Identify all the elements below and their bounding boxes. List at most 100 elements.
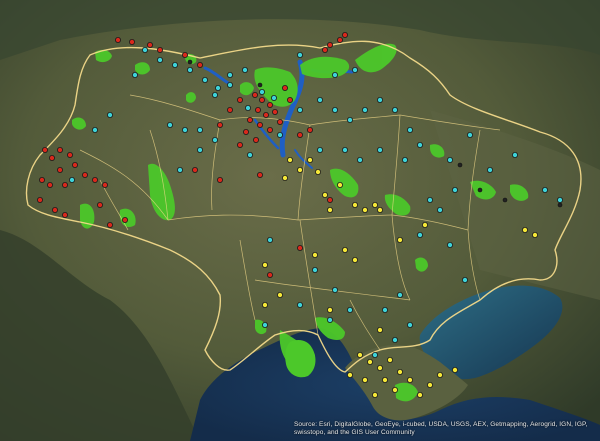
- red-marker[interactable]: [266, 127, 273, 134]
- cyan-marker[interactable]: [326, 316, 333, 323]
- yellow-marker[interactable]: [281, 174, 288, 181]
- map-view[interactable]: Source: Esri, DigitalGlobe, GeoEye, i-cu…: [0, 0, 600, 441]
- red-marker[interactable]: [306, 127, 313, 134]
- red-marker[interactable]: [246, 117, 253, 124]
- cyan-marker[interactable]: [331, 107, 338, 114]
- dark-marker[interactable]: [257, 82, 263, 88]
- yellow-marker[interactable]: [371, 201, 378, 208]
- cyan-marker[interactable]: [331, 72, 338, 79]
- dark-marker[interactable]: [477, 187, 483, 193]
- cyan-marker[interactable]: [186, 67, 193, 74]
- cyan-marker[interactable]: [416, 231, 423, 238]
- cyan-marker[interactable]: [270, 95, 277, 102]
- cyan-marker[interactable]: [266, 236, 273, 243]
- red-marker[interactable]: [39, 176, 46, 183]
- cyan-marker[interactable]: [276, 131, 283, 138]
- cyan-marker[interactable]: [401, 156, 408, 163]
- yellow-marker[interactable]: [314, 168, 321, 175]
- dark-marker[interactable]: [557, 202, 563, 208]
- cyan-marker[interactable]: [166, 122, 173, 129]
- red-marker[interactable]: [266, 271, 273, 278]
- red-marker[interactable]: [252, 136, 259, 143]
- cyan-marker[interactable]: [92, 127, 99, 134]
- cyan-marker[interactable]: [391, 336, 398, 343]
- cyan-marker[interactable]: [156, 57, 163, 64]
- yellow-marker[interactable]: [421, 221, 428, 228]
- cyan-marker[interactable]: [107, 112, 114, 119]
- yellow-marker[interactable]: [371, 391, 378, 398]
- yellow-marker[interactable]: [351, 201, 358, 208]
- cyan-marker[interactable]: [181, 127, 188, 134]
- red-marker[interactable]: [256, 122, 263, 129]
- yellow-marker[interactable]: [326, 306, 333, 313]
- cyan-marker[interactable]: [346, 117, 353, 124]
- cyan-marker[interactable]: [341, 146, 348, 153]
- cyan-marker[interactable]: [396, 291, 403, 298]
- cyan-marker[interactable]: [211, 136, 218, 143]
- cyan-marker[interactable]: [376, 146, 383, 153]
- red-marker[interactable]: [266, 102, 273, 109]
- red-marker[interactable]: [37, 196, 44, 203]
- yellow-marker[interactable]: [416, 391, 423, 398]
- yellow-marker[interactable]: [321, 191, 328, 198]
- cyan-marker[interactable]: [196, 146, 203, 153]
- red-marker[interactable]: [57, 166, 64, 173]
- red-marker[interactable]: [102, 181, 109, 188]
- cyan-marker[interactable]: [296, 301, 303, 308]
- cyan-marker[interactable]: [241, 67, 248, 74]
- yellow-marker[interactable]: [296, 166, 303, 173]
- dark-marker[interactable]: [457, 162, 463, 168]
- red-marker[interactable]: [122, 216, 129, 223]
- red-marker[interactable]: [236, 97, 243, 104]
- cyan-marker[interactable]: [446, 241, 453, 248]
- cyan-marker[interactable]: [512, 151, 519, 158]
- red-marker[interactable]: [62, 211, 69, 218]
- cyan-marker[interactable]: [436, 206, 443, 213]
- cyan-marker[interactable]: [141, 47, 148, 54]
- cyan-marker[interactable]: [486, 166, 493, 173]
- cyan-marker[interactable]: [261, 321, 268, 328]
- yellow-marker[interactable]: [341, 246, 348, 253]
- red-marker[interactable]: [242, 128, 249, 135]
- cyan-marker[interactable]: [296, 107, 303, 114]
- cyan-marker[interactable]: [316, 97, 323, 104]
- yellow-marker[interactable]: [376, 326, 383, 333]
- red-marker[interactable]: [49, 154, 56, 161]
- cyan-marker[interactable]: [176, 166, 183, 173]
- cyan-marker[interactable]: [361, 107, 368, 114]
- yellow-marker[interactable]: [336, 181, 343, 188]
- cyan-marker[interactable]: [171, 62, 178, 69]
- yellow-marker[interactable]: [326, 206, 333, 213]
- yellow-marker[interactable]: [391, 386, 398, 393]
- red-marker[interactable]: [47, 181, 54, 188]
- cyan-marker[interactable]: [226, 72, 233, 79]
- cyan-marker[interactable]: [542, 186, 549, 193]
- yellow-marker[interactable]: [451, 366, 458, 373]
- cyan-marker[interactable]: [426, 196, 433, 203]
- yellow-marker[interactable]: [522, 226, 529, 233]
- red-marker[interactable]: [286, 97, 293, 104]
- dark-marker[interactable]: [502, 197, 508, 203]
- cyan-marker[interactable]: [557, 196, 564, 203]
- yellow-marker[interactable]: [376, 206, 383, 213]
- cyan-marker[interactable]: [451, 186, 458, 193]
- cyan-marker[interactable]: [376, 97, 383, 104]
- cyan-marker[interactable]: [446, 156, 453, 163]
- yellow-marker[interactable]: [376, 364, 383, 371]
- yellow-marker[interactable]: [406, 376, 413, 383]
- red-marker[interactable]: [236, 141, 243, 148]
- yellow-marker[interactable]: [426, 381, 433, 388]
- red-marker[interactable]: [181, 52, 188, 59]
- yellow-marker[interactable]: [311, 251, 318, 258]
- red-marker[interactable]: [296, 131, 303, 138]
- dark-marker[interactable]: [187, 59, 193, 65]
- red-marker[interactable]: [296, 244, 303, 251]
- yellow-marker[interactable]: [261, 261, 268, 268]
- red-marker[interactable]: [62, 181, 69, 188]
- red-marker[interactable]: [326, 42, 333, 49]
- cyan-marker[interactable]: [311, 266, 318, 273]
- cyan-marker[interactable]: [461, 276, 468, 283]
- red-marker[interactable]: [216, 176, 223, 183]
- red-marker[interactable]: [97, 201, 104, 208]
- red-marker[interactable]: [67, 151, 74, 158]
